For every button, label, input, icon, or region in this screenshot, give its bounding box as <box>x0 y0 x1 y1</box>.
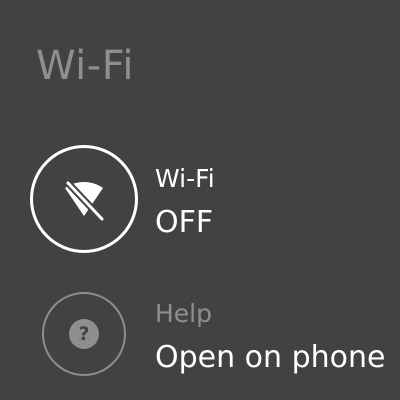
help-action-value: Open on phone <box>155 340 386 375</box>
wifi-toggle-button[interactable] <box>30 145 138 253</box>
help-label: Help <box>155 299 212 328</box>
help-icon: ? <box>69 319 99 349</box>
help-icon-glyph: ? <box>78 322 90 345</box>
help-button[interactable]: ? <box>42 292 126 376</box>
page-title: Wi-Fi <box>36 43 134 89</box>
help-row[interactable]: ? Help Open on phone <box>0 288 400 388</box>
wifi-status-value: OFF <box>155 205 214 240</box>
wifi-label: Wi-Fi <box>155 164 215 193</box>
wifi-settings-screen: Wi-Fi Wi-Fi OFF ? Help Open on phone <box>0 0 400 400</box>
wifi-toggle-row[interactable]: Wi-Fi OFF <box>0 145 400 255</box>
wifi-off-icon <box>65 180 105 222</box>
